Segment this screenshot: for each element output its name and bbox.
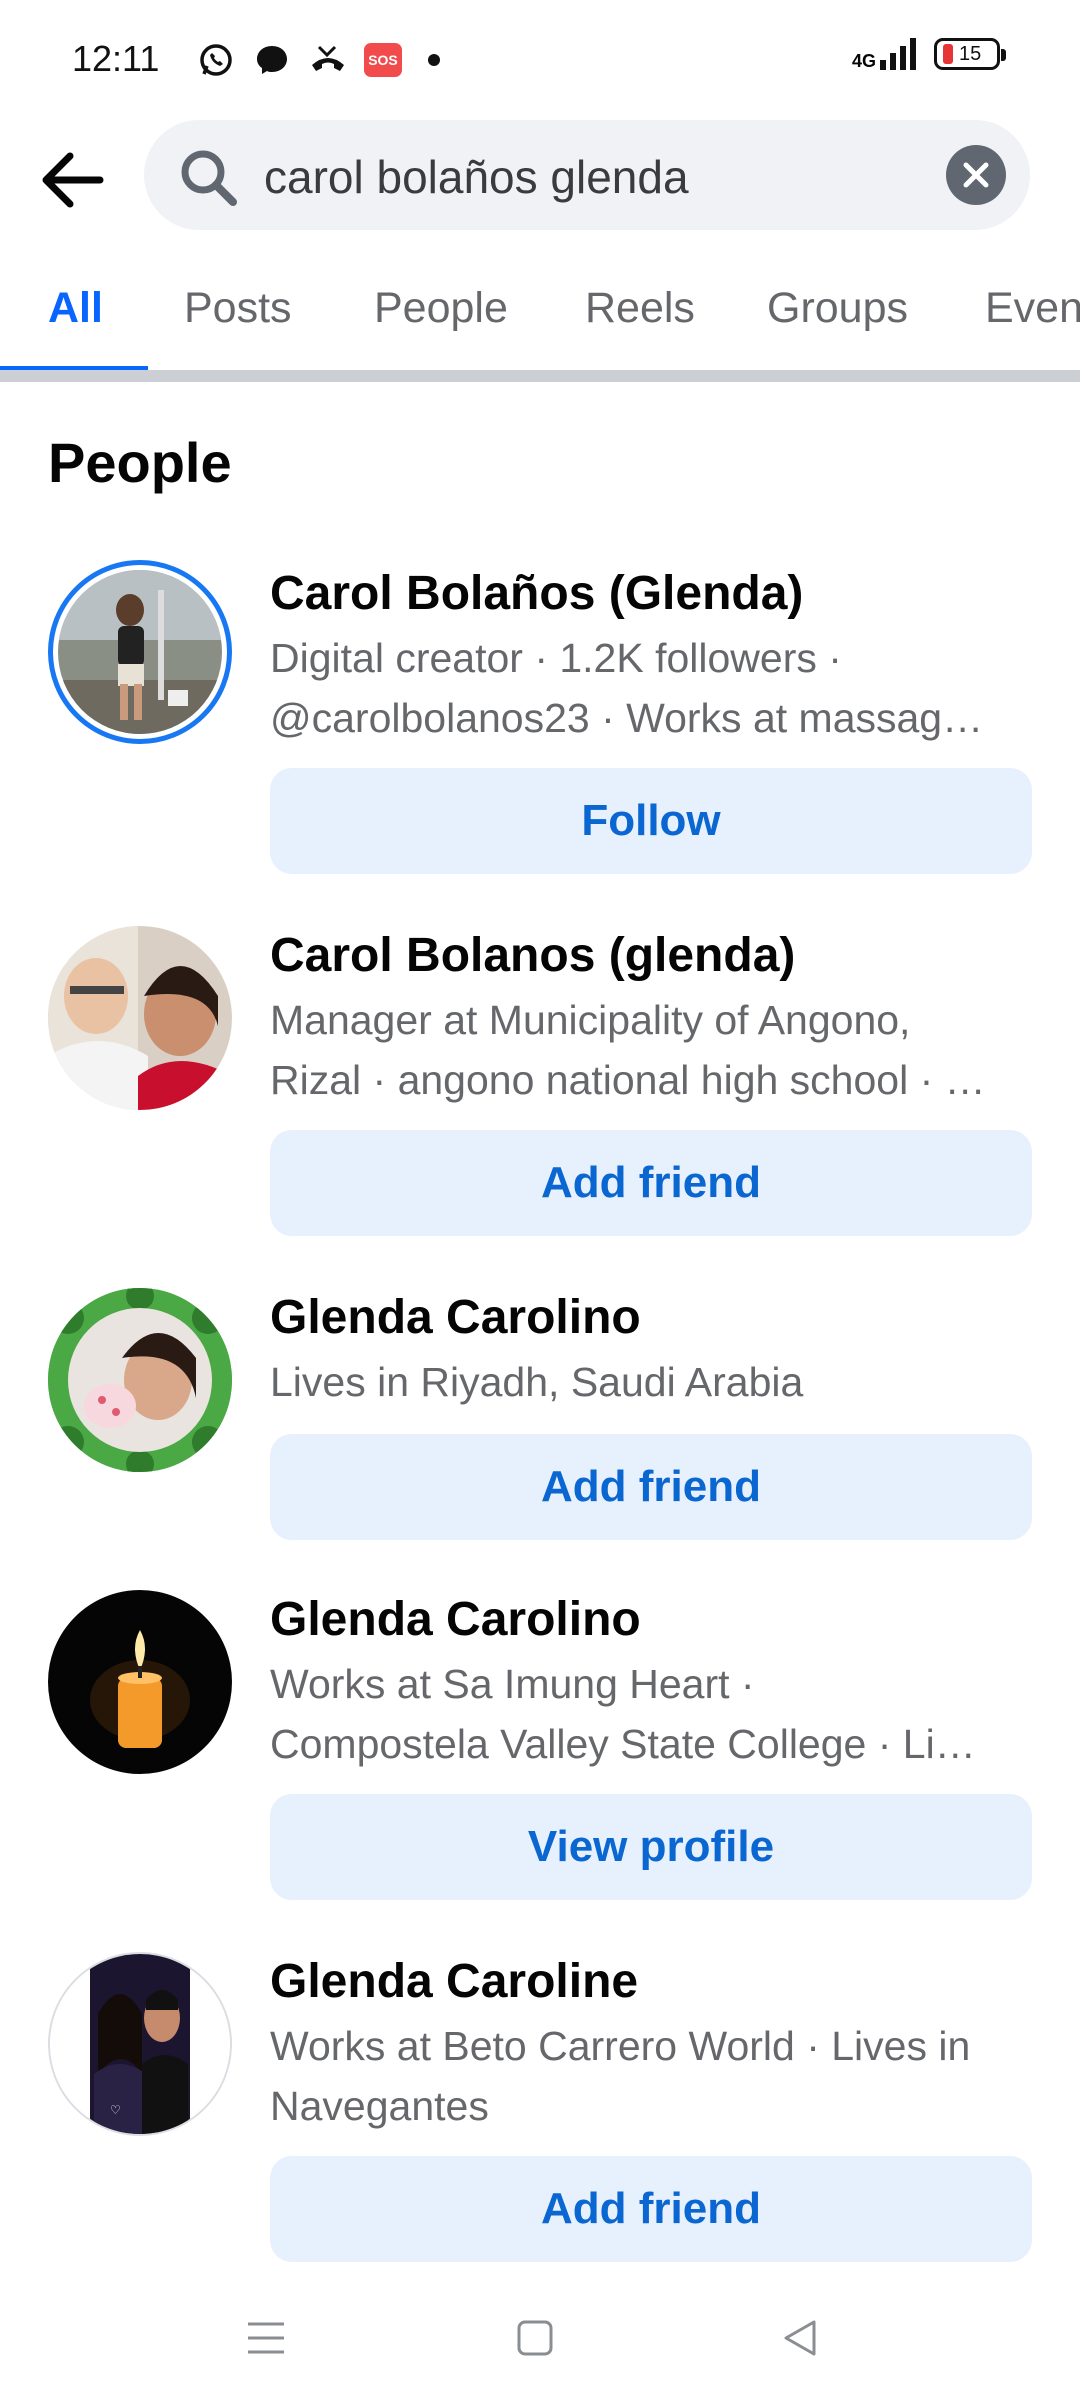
- sos-icon: SOS: [364, 43, 402, 77]
- person-name[interactable]: Carol Bolaños (Glenda): [270, 566, 803, 621]
- detail-line: Manager at Municipality of Angono,: [270, 997, 911, 1043]
- detail-line: Rizal · angono national high school · …: [270, 1057, 986, 1103]
- avatar[interactable]: [48, 560, 232, 744]
- close-icon: [963, 162, 989, 188]
- add-friend-button[interactable]: Add friend: [270, 2156, 1032, 2262]
- tab-reels[interactable]: Reels: [585, 284, 695, 333]
- search-header: carol bolaños glenda: [0, 120, 1080, 230]
- search-icon: [178, 147, 238, 212]
- person-details: Works at Sa Imung Heart · Compostela Val…: [270, 1654, 1030, 1774]
- detail-line: Works at Sa Imung Heart ·: [270, 1661, 755, 1707]
- status-time: 12:11: [72, 38, 160, 79]
- detail-line: Navegantes: [270, 2083, 489, 2129]
- whatsapp-icon: [196, 40, 236, 80]
- messenger-icon: [252, 40, 292, 80]
- menu-icon[interactable]: [246, 2318, 286, 2363]
- avatar[interactable]: [48, 1288, 232, 1472]
- person-name[interactable]: Glenda Carolino: [270, 1592, 641, 1647]
- tab-all[interactable]: All: [48, 284, 103, 333]
- back-button[interactable]: [36, 144, 108, 216]
- detail-line: Compostela Valley State College · Li…: [270, 1721, 976, 1767]
- notification-icons: SOS: [196, 40, 440, 80]
- person-name[interactable]: Carol Bolanos (glenda): [270, 928, 795, 983]
- follow-button[interactable]: Follow: [270, 768, 1032, 874]
- svg-text:♡: ♡: [110, 2103, 121, 2117]
- view-profile-button[interactable]: View profile: [270, 1794, 1032, 1900]
- person-details: Lives in Riyadh, Saudi Arabia: [270, 1352, 1030, 1412]
- square-icon[interactable]: [515, 2318, 555, 2363]
- person-details: Digital creator · 1.2K followers · @caro…: [270, 628, 1030, 748]
- filter-tabs: All Posts People Reels Groups Even: [0, 262, 1080, 372]
- person-details: Works at Beto Carrero World · Lives in N…: [270, 2016, 1030, 2136]
- network-label: 4G: [851, 51, 876, 71]
- detail-line: Digital creator · 1.2K followers ·: [270, 635, 842, 681]
- tab-groups[interactable]: Groups: [767, 284, 908, 333]
- avatar[interactable]: [48, 1590, 232, 1774]
- battery-icon: 15: [934, 38, 1006, 70]
- add-friend-button[interactable]: Add friend: [270, 1434, 1032, 1540]
- tab-posts[interactable]: Posts: [184, 284, 292, 333]
- avatar[interactable]: ♡: [48, 1952, 232, 2136]
- search-input[interactable]: carol bolaños glenda: [144, 120, 1030, 230]
- add-friend-button[interactable]: Add friend: [270, 1130, 1032, 1236]
- network-indicator: 4G: [852, 38, 916, 70]
- more-notifications-dot: [428, 54, 440, 66]
- clear-search-button[interactable]: [946, 145, 1006, 205]
- search-query: carol bolaños glenda: [264, 151, 689, 203]
- signal-icon: [880, 38, 916, 70]
- tab-people[interactable]: People: [374, 284, 508, 333]
- tabs-divider: [0, 370, 1080, 382]
- missed-call-icon: [308, 40, 348, 80]
- status-bar: 12:11 SOS 4G 15: [0, 0, 1080, 120]
- battery-percent: 15: [959, 42, 982, 65]
- section-title: People: [48, 431, 232, 494]
- avatar[interactable]: [48, 926, 232, 1110]
- person-name[interactable]: Glenda Caroline: [270, 1954, 638, 2009]
- detail-line: @carolbolanos23 · Works at massag…: [270, 695, 984, 741]
- person-details: Manager at Municipality of Angono, Rizal…: [270, 990, 1030, 1110]
- system-status: 4G 15: [852, 38, 1006, 70]
- detail-line: Works at Beto Carrero World · Lives in: [270, 2023, 971, 2069]
- arrow-left-icon: [42, 152, 104, 208]
- system-navigation-bar: [0, 2270, 1080, 2400]
- tab-events[interactable]: Even: [985, 284, 1080, 333]
- triangle-back-icon[interactable]: [780, 2318, 820, 2363]
- person-name[interactable]: Glenda Carolino: [270, 1290, 641, 1345]
- detail-line: Lives in Riyadh, Saudi Arabia: [270, 1359, 804, 1405]
